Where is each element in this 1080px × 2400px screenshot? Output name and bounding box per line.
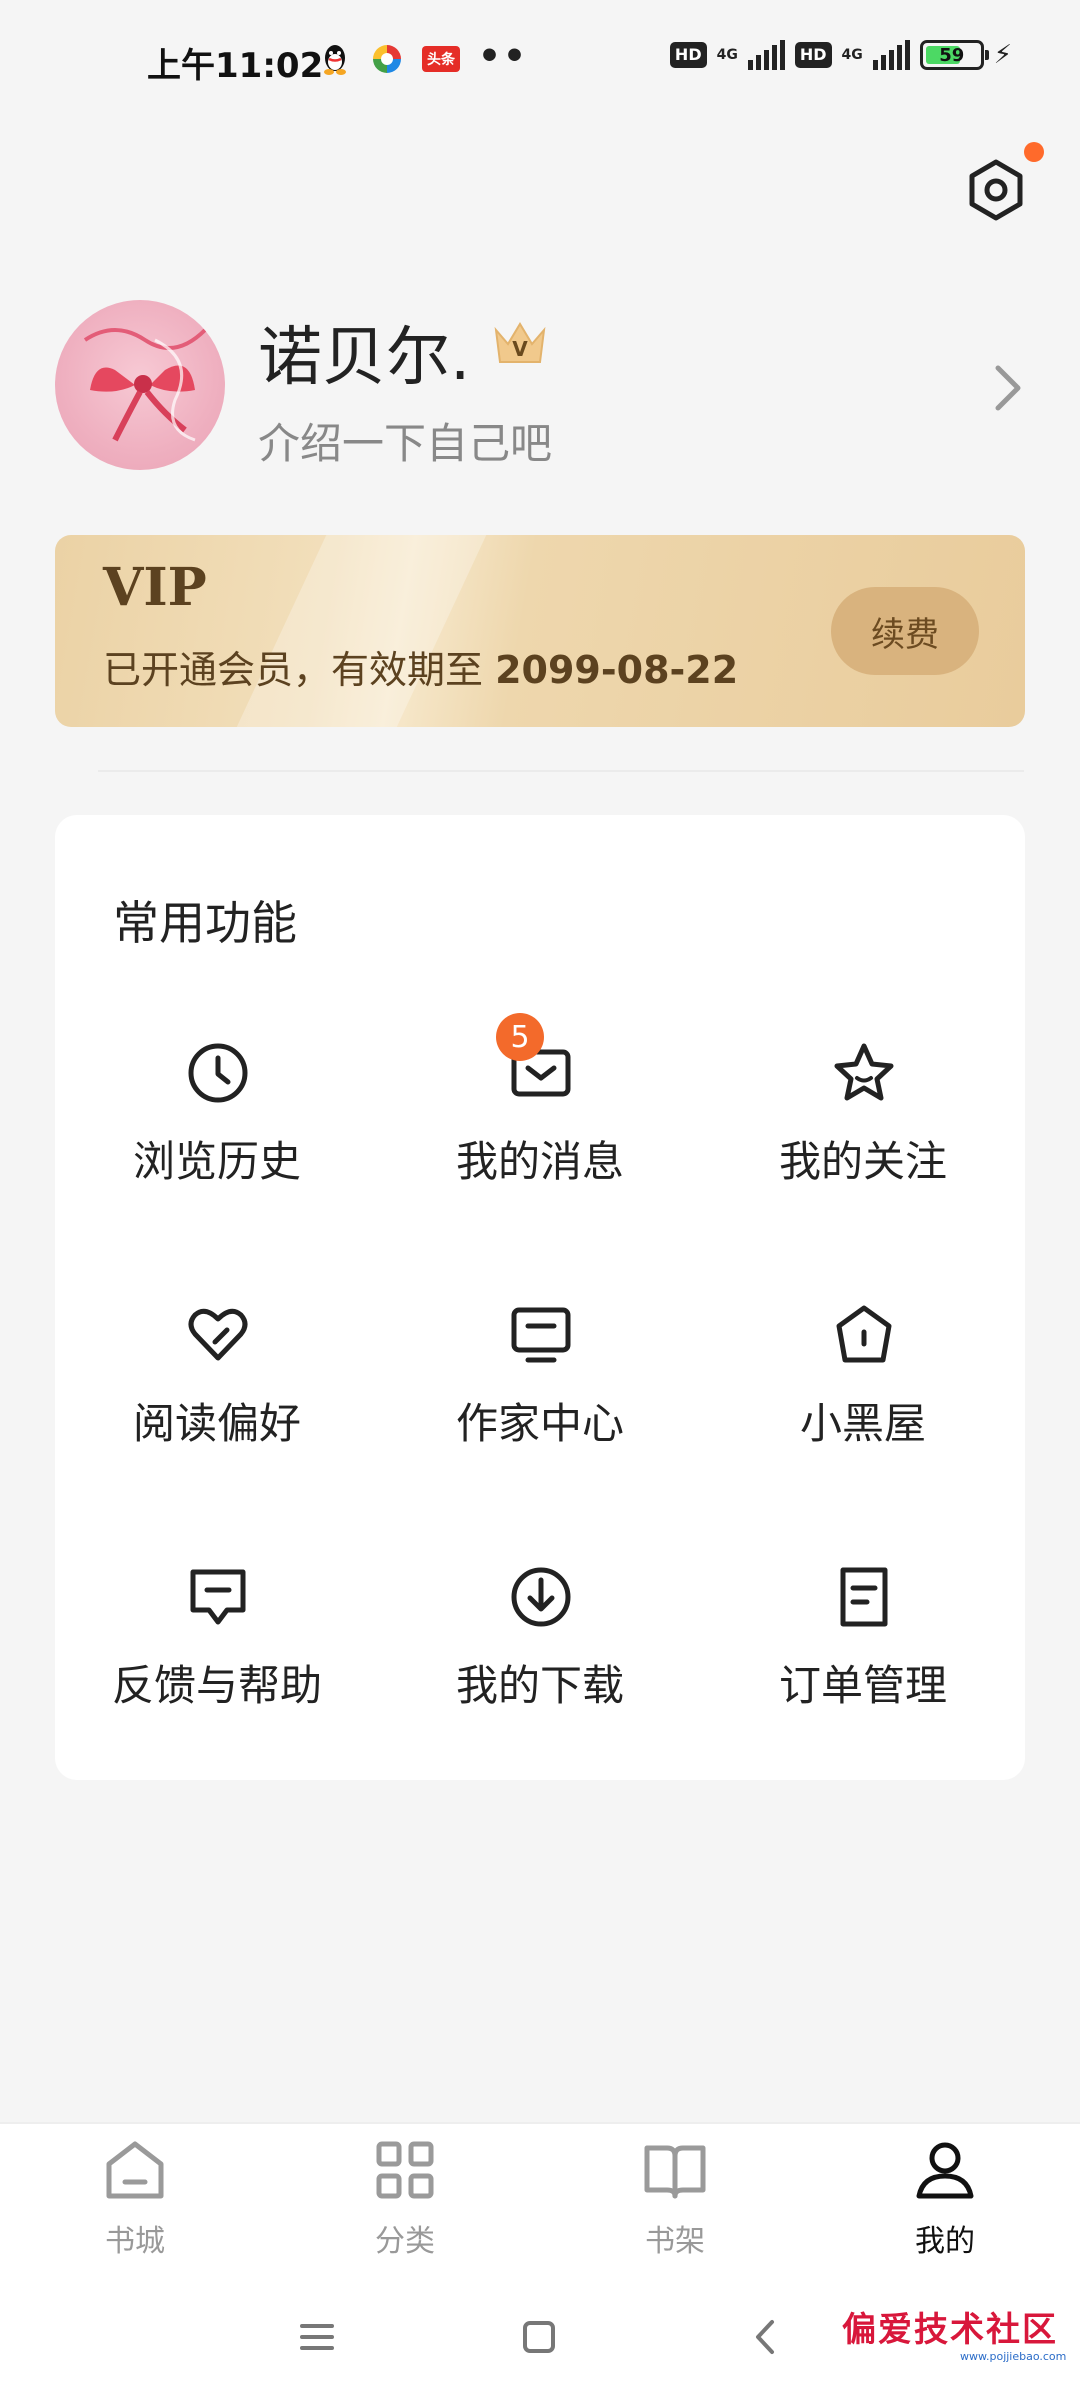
function-my-messages[interactable]: 我的消息 xyxy=(378,1040,702,1240)
feedback-icon xyxy=(190,1569,246,1625)
avatar[interactable] xyxy=(55,300,225,470)
home-square-icon[interactable] xyxy=(514,2312,564,2362)
status-bar: 上午11:02 头条 •• HD 4G HD 4G 59 ⚡ xyxy=(0,0,1080,120)
tab-label: 书城 xyxy=(105,2224,165,2259)
tab-bookstore[interactable]: 书城 xyxy=(55,2138,215,2268)
message-count-badge: 5 xyxy=(496,1013,544,1061)
vip-card[interactable]: VIP 已开通会员，有效期至 2099-08-22 续费 xyxy=(55,535,1025,727)
toutiao-label: 头条 xyxy=(427,52,455,68)
charging-icon: ⚡ xyxy=(993,40,1012,70)
function-label: 浏览历史 xyxy=(132,1137,301,1186)
order-icon xyxy=(840,1567,888,1627)
battery-icon: 59 xyxy=(919,40,989,70)
network-label-1: 4G xyxy=(716,47,738,63)
common-functions-card: 常用功能 浏览历史 我的消息 我的关注 阅读偏好 作家中心 小黑屋 反馈与帮助 … xyxy=(55,815,1025,1780)
hd-badge-2: HD xyxy=(794,42,832,68)
settings-icon xyxy=(969,159,1023,221)
tab-bookshelf[interactable]: 书架 xyxy=(595,2138,755,2268)
tab-category[interactable]: 分类 xyxy=(325,2138,485,2268)
divider xyxy=(98,770,1024,772)
function-feedback-help[interactable]: 反馈与帮助 xyxy=(55,1564,379,1764)
function-writer-center[interactable]: 作家中心 xyxy=(378,1302,702,1502)
tab-label: 我的 xyxy=(915,2224,975,2259)
function-browse-history[interactable]: 浏览历史 xyxy=(55,1040,379,1240)
function-reading-preferences[interactable]: 阅读偏好 xyxy=(55,1302,379,1502)
network-label-2: 4G xyxy=(841,47,863,63)
notification-dot xyxy=(1024,142,1044,162)
settings-button[interactable] xyxy=(964,158,1028,222)
vip-description: 已开通会员，有效期至 2099-08-22 xyxy=(103,639,738,694)
function-label: 阅读偏好 xyxy=(132,1399,301,1448)
function-my-follows[interactable]: 我的关注 xyxy=(701,1040,1025,1240)
username[interactable]: 诺贝尔. xyxy=(258,306,470,398)
tab-label: 书架 xyxy=(645,2224,705,2259)
heart-icon xyxy=(188,1308,248,1361)
download-icon xyxy=(511,1567,571,1627)
status-indicators: HD 4G HD 4G 59 ⚡ xyxy=(669,40,1012,70)
vip-crown-icon: V xyxy=(494,322,546,363)
browser-icon xyxy=(370,42,404,76)
star-icon xyxy=(834,1043,894,1101)
function-my-downloads[interactable]: 我的下载 xyxy=(378,1564,702,1764)
function-label: 我的关注 xyxy=(778,1137,947,1186)
menu-icon[interactable] xyxy=(292,2312,342,2362)
status-time: 上午11:02 xyxy=(147,46,324,86)
function-label: 我的消息 xyxy=(455,1137,624,1186)
status-more-indicator: •• xyxy=(478,36,529,77)
qq-icon xyxy=(318,42,352,76)
home-icon xyxy=(106,2141,164,2199)
watermark-url: www.pojjiebao.com xyxy=(960,2350,1067,2363)
function-label: 我的下载 xyxy=(455,1661,624,1710)
book-icon xyxy=(644,2145,706,2199)
function-label: 反馈与帮助 xyxy=(111,1661,322,1710)
function-label: 订单管理 xyxy=(778,1661,947,1710)
grid-icon xyxy=(376,2141,434,2199)
vip-desc-prefix: 已开通会员，有效期至 xyxy=(103,648,496,692)
function-blacklist[interactable]: 小黑屋 xyxy=(701,1302,1025,1502)
watermark-text: 偏爱技术社区 xyxy=(842,2310,1058,2350)
house-icon xyxy=(836,1305,892,1363)
hd-badge-1: HD xyxy=(669,42,707,68)
function-label: 小黑屋 xyxy=(799,1399,926,1448)
profile-bio[interactable]: 介绍一下自己吧 xyxy=(258,410,552,471)
monitor-icon xyxy=(511,1307,571,1363)
bottom-tab-bar: 书城 分类 书架 我的 xyxy=(0,2122,1080,2270)
back-icon[interactable] xyxy=(742,2312,792,2362)
chevron-right-icon[interactable] xyxy=(990,362,1026,414)
vip-expiry-date: 2099-08-22 xyxy=(495,648,739,692)
renew-button[interactable]: 续费 xyxy=(831,587,979,675)
signal-bars-1-icon xyxy=(747,40,785,70)
function-order-management[interactable]: 订单管理 xyxy=(701,1564,1025,1764)
toutiao-icon: 头条 xyxy=(422,46,460,72)
section-title: 常用功能 xyxy=(113,896,297,950)
function-label: 作家中心 xyxy=(455,1399,624,1448)
avatar-image xyxy=(83,328,207,442)
tab-mine[interactable]: 我的 xyxy=(865,2138,1025,2268)
signal-bars-2-icon xyxy=(872,40,910,70)
crown-letter: V xyxy=(512,337,528,361)
status-app-icons: 头条 xyxy=(318,42,460,76)
user-icon xyxy=(916,2142,974,2199)
tab-label: 分类 xyxy=(375,2224,435,2259)
clock-icon xyxy=(188,1043,248,1103)
battery-level: 59 xyxy=(939,44,965,66)
vip-title: VIP xyxy=(103,557,207,618)
